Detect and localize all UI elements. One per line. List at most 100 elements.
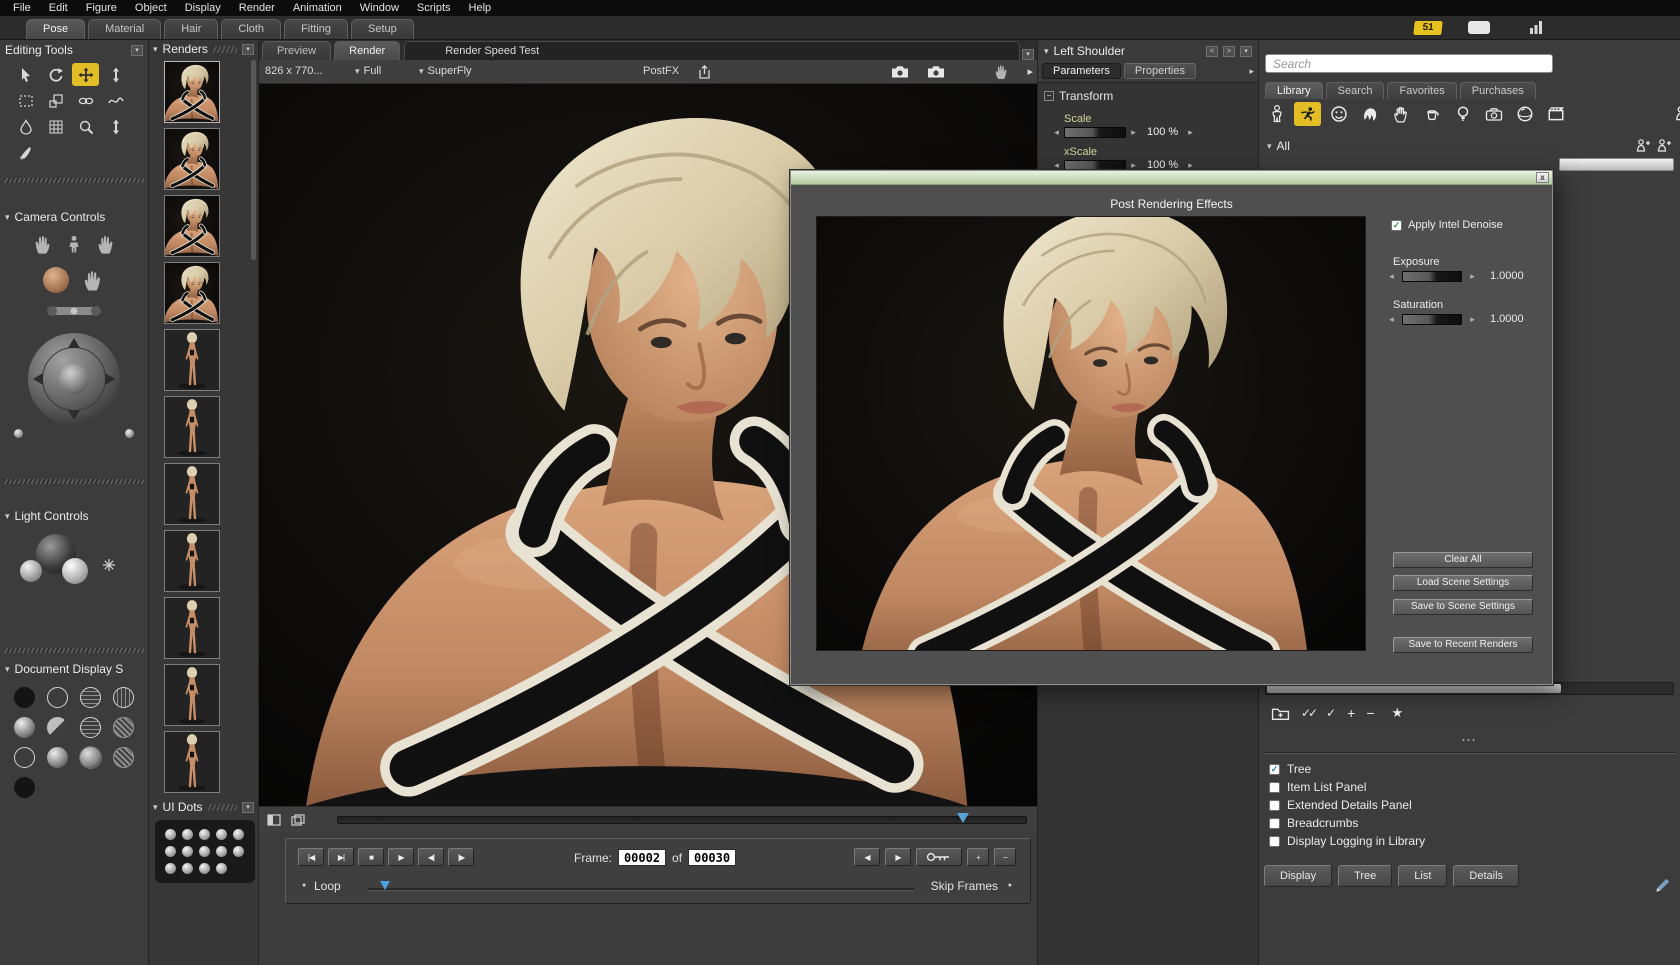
saturation-decrement[interactable]: ◂ bbox=[1387, 314, 1396, 325]
list-button[interactable]: List bbox=[1398, 865, 1447, 887]
load-scene-settings-button[interactable]: Load Scene Settings bbox=[1393, 575, 1533, 591]
compare-camera-icon[interactable] bbox=[927, 65, 945, 78]
dial-decrement[interactable]: ◂ bbox=[1052, 160, 1061, 171]
menu-object[interactable]: Object bbox=[126, 0, 176, 16]
ui-dot[interactable] bbox=[216, 863, 227, 874]
library-root-label[interactable]: All bbox=[1277, 139, 1290, 153]
collapse-arrow-icon[interactable]: ▾ bbox=[153, 802, 158, 813]
save-to-scene-settings-button[interactable]: Save to Scene Settings bbox=[1393, 599, 1533, 615]
render-size-dropdown[interactable]: ▾Full bbox=[355, 65, 381, 77]
denoise-checkbox[interactable]: ✓ bbox=[1391, 220, 1402, 231]
direct-manipulation-tool[interactable] bbox=[102, 115, 129, 138]
chat-icon[interactable] bbox=[1468, 21, 1490, 34]
clear-all-button[interactable]: Clear All bbox=[1393, 552, 1533, 568]
render-thumbnail[interactable] bbox=[164, 597, 220, 659]
render-camera-icon[interactable] bbox=[891, 65, 909, 78]
display-style-shadow[interactable] bbox=[14, 777, 35, 798]
collapse-arrow-icon[interactable]: ▾ bbox=[153, 44, 158, 55]
remove-item-icon[interactable]: − bbox=[1366, 705, 1374, 721]
render-thumbnail[interactable] bbox=[164, 731, 220, 793]
dial-options-icon[interactable]: ▸ bbox=[1186, 160, 1195, 171]
checkbox[interactable] bbox=[1269, 782, 1280, 793]
light-sphere-small-2[interactable] bbox=[62, 558, 88, 584]
view-magnifier-tool[interactable] bbox=[72, 115, 99, 138]
figure-camera-icon[interactable] bbox=[65, 235, 83, 253]
next-key-button[interactable]: ▶ bbox=[885, 848, 911, 866]
option-breadcrumbs[interactable]: Breadcrumbs bbox=[1269, 814, 1674, 832]
collapse-viewport[interactable]: ▾ bbox=[1022, 49, 1034, 60]
display-style-hidden-line[interactable] bbox=[80, 687, 101, 708]
apply-all-icon[interactable]: ✓✓ bbox=[1301, 706, 1315, 720]
favorite-star-icon[interactable]: ★ bbox=[1392, 705, 1404, 721]
display-style-flat-lined[interactable] bbox=[80, 717, 101, 738]
edit-keyframes-button[interactable] bbox=[916, 848, 962, 866]
ui-dot[interactable] bbox=[182, 829, 193, 840]
light-star-icon[interactable] bbox=[102, 558, 116, 572]
display-style-flat-shaded[interactable] bbox=[47, 717, 68, 738]
library-item-partial[interactable] bbox=[1559, 158, 1674, 171]
room-tab-setup[interactable]: Setup bbox=[351, 19, 414, 39]
camera-trackball[interactable] bbox=[28, 333, 120, 425]
room-tab-fitting[interactable]: Fitting bbox=[284, 19, 348, 39]
saturation-slider[interactable] bbox=[1402, 314, 1462, 325]
current-frame-input[interactable] bbox=[618, 849, 666, 866]
menu-scripts[interactable]: Scripts bbox=[408, 0, 460, 16]
show-props-filter-icon[interactable] bbox=[1656, 138, 1672, 154]
dialog-titlebar[interactable] bbox=[791, 171, 1552, 185]
ui-dot[interactable] bbox=[182, 846, 193, 857]
ui-dot[interactable] bbox=[233, 829, 244, 840]
collapse-arrow-icon[interactable]: ▾ bbox=[5, 212, 10, 223]
menu-display[interactable]: Display bbox=[176, 0, 230, 16]
right-hand-camera-icon[interactable] bbox=[95, 233, 117, 255]
menu-window[interactable]: Window bbox=[351, 0, 408, 16]
tab-parameters[interactable]: Parameters bbox=[1042, 63, 1121, 79]
skip-frames-indicator-icon[interactable]: ● bbox=[1008, 882, 1012, 889]
body-camera-bar-icon[interactable] bbox=[44, 303, 104, 319]
room-tab-pose[interactable]: Pose bbox=[26, 19, 85, 39]
saturation-increment[interactable]: ▸ bbox=[1468, 314, 1477, 325]
exposure-decrement[interactable]: ◂ bbox=[1387, 271, 1396, 282]
collapse-arrow-icon[interactable]: ▾ bbox=[1044, 46, 1049, 57]
option-tree[interactable]: ✓ Tree bbox=[1269, 760, 1674, 778]
tabs-expand-icon[interactable]: ▸ bbox=[1249, 66, 1254, 77]
renders-menu-box[interactable]: ▾ bbox=[242, 44, 254, 55]
chain-break-tool[interactable] bbox=[72, 89, 99, 112]
timeline-marker[interactable] bbox=[957, 813, 969, 829]
checkbox[interactable]: ✓ bbox=[1269, 764, 1280, 775]
play-button[interactable]: ▶ bbox=[388, 848, 414, 866]
display-style-smooth-shaded[interactable] bbox=[14, 747, 35, 768]
morph-tool[interactable] bbox=[12, 115, 39, 138]
apply-icon[interactable]: ✓ bbox=[1326, 706, 1336, 720]
exposure-increment[interactable]: ▸ bbox=[1468, 271, 1477, 282]
collapse-arrow-icon[interactable]: ▾ bbox=[1267, 141, 1272, 152]
left-hand-camera-icon[interactable] bbox=[31, 233, 53, 255]
show-figures-filter-icon[interactable] bbox=[1635, 138, 1651, 154]
rotate-tool[interactable] bbox=[42, 63, 69, 86]
tree-button[interactable]: Tree bbox=[1338, 865, 1392, 887]
collapse-parameters[interactable]: ▾ bbox=[1240, 46, 1252, 57]
pane-layout-icon[interactable] bbox=[267, 814, 281, 826]
collections-category-icon[interactable] bbox=[1669, 102, 1680, 126]
figures-category-icon[interactable] bbox=[1263, 102, 1290, 126]
render-thumbnail[interactable] bbox=[164, 262, 220, 324]
grouping-tool[interactable] bbox=[42, 115, 69, 138]
display-button[interactable]: Display bbox=[1264, 865, 1332, 887]
menu-help[interactable]: Help bbox=[460, 0, 501, 16]
cascade-layout-icon[interactable] bbox=[291, 814, 305, 826]
hands-category-icon[interactable] bbox=[1387, 102, 1414, 126]
menu-animation[interactable]: Animation bbox=[284, 0, 351, 16]
step-back-button[interactable]: ◀| bbox=[418, 848, 444, 866]
display-style-wireframe[interactable] bbox=[113, 687, 134, 708]
display-style-texture-lined[interactable] bbox=[113, 747, 134, 768]
stop-button[interactable]: ■ bbox=[358, 848, 384, 866]
option-item-list-panel[interactable]: Item List Panel bbox=[1269, 778, 1674, 796]
dial-decrement[interactable]: ◂ bbox=[1052, 127, 1061, 138]
timeline-scrub-track[interactable] bbox=[337, 816, 1027, 824]
renders-scrollbar[interactable] bbox=[251, 60, 256, 260]
scale-tool[interactable] bbox=[42, 89, 69, 112]
hand-camera-icon[interactable] bbox=[81, 268, 105, 292]
marquee-select-tool[interactable] bbox=[12, 89, 39, 112]
render-thumbnail[interactable] bbox=[164, 329, 220, 391]
dial-increment[interactable]: ▸ bbox=[1129, 160, 1138, 171]
display-style-texture-shaded[interactable] bbox=[80, 747, 101, 768]
